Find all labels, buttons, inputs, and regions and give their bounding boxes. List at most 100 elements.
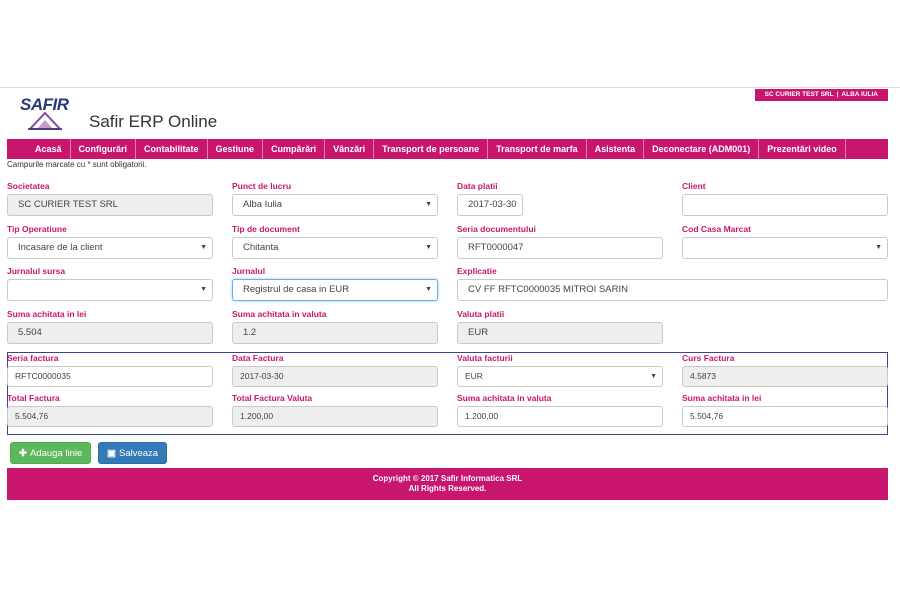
total-factura-label: Total Factura [7,393,60,403]
chevron-down-icon: ▼ [200,244,207,251]
jurnalul-sursa-label: Jurnalul sursa [7,266,66,276]
curs-factura-input[interactable]: 4.5873 [682,366,888,387]
suma-lei-input[interactable]: 5.504 [7,322,213,344]
nav-item-contabilitate[interactable]: Contabilitate [136,139,208,159]
nav-item-cumparari[interactable]: Cumpărări [263,139,326,159]
field-seria-factura: Seria factura RFTC0000035 [7,353,213,387]
jurnalul-label: Jurnalul [232,266,266,276]
main-navbar: Acasă Configurări Contabilitate Gestiune… [7,139,888,159]
tip-operatiune-label: Tip Operatiune [7,224,67,234]
field-tip-document: Tip de document Chitanta ▼ [232,224,438,259]
field-client: Client [682,181,888,216]
punct-lucru-label: Punct de lucru [232,181,292,191]
add-line-label: Adauga linie [29,448,83,459]
company-badge[interactable]: SC CURIER TEST SRL | ALBA IULIA [754,89,888,101]
company-name: SC CURIER TEST SRL [764,91,834,98]
suma-achitata-valuta-input[interactable]: 1.200,00 [457,406,663,427]
suma-achitata-lei-input[interactable]: 5.504,76 [682,406,888,427]
floppy-disk-icon: ▣ [107,448,116,459]
seria-factura-label: Seria factura [7,353,59,363]
total-factura-input[interactable]: 5.504,76 [7,406,213,427]
plus-icon: ✚ [19,448,27,459]
chevron-down-icon: ▼ [650,373,657,380]
data-factura-label: Data Factura [232,353,284,363]
app-title: Safir ERP Online [89,112,218,131]
data-factura-input[interactable]: 2017-03-30 [232,366,438,387]
chevron-down-icon: ▼ [200,286,207,293]
save-label: Salveaza [118,448,159,459]
nav-item-transport-marfa[interactable]: Transport de marfa [488,139,587,159]
page-footer: Copyright © 2017 Safir Informatica SRL A… [7,468,888,500]
add-line-button[interactable]: ✚ Adauga linie [10,442,91,464]
logo-mark-icon [28,112,62,130]
explicatie-input[interactable]: CV FF RFTC0000035 MITROI SARIN [457,279,888,301]
chevron-down-icon: ▼ [875,244,882,251]
tip-document-select[interactable]: Chitanta ▼ [232,237,438,259]
suma-valuta-input[interactable]: 1.2 [232,322,438,344]
total-factura-valuta-label: Total Factura Valuta [232,393,313,403]
jurnalul-value: Registrul de casa in EUR [243,284,350,295]
field-data-platii: Data platii 2017-03-30 [457,181,663,216]
tip-operatiune-select[interactable]: Incasare de la client ▼ [7,237,213,259]
save-button[interactable]: ▣ Salveaza [98,442,167,464]
valuta-facturii-select[interactable]: EUR ▼ [457,366,663,387]
jurnalul-sursa-select[interactable]: ▼ [7,279,213,301]
valuta-platii-label: Valuta platii [457,309,505,319]
seria-factura-input[interactable]: RFTC0000035 [7,366,213,387]
company-location: ALBA IULIA [841,91,878,98]
jurnalul-select[interactable]: Registrul de casa in EUR ▼ [232,279,438,301]
explicatie-label: Explicatie [457,266,497,276]
cod-casa-marcat-select[interactable]: ▼ [682,237,888,259]
field-valuta-facturii: Valuta facturii EUR ▼ [457,353,663,387]
tip-operatiune-value: Incasare de la client [18,242,103,253]
badge-separator: | [836,91,839,98]
field-societatea: Societatea SC CURIER TEST SRL [7,181,213,216]
field-suma-valuta: Suma achitata in valuta 1.2 [232,309,438,344]
field-curs-factura: Curs Factura 4.5873 [682,353,888,387]
safir-logo: SAFIR [20,95,84,131]
footer-rights: All Rights Reserved. [408,484,487,493]
data-platii-label: Data platii [457,181,498,191]
chevron-down-icon: ▼ [425,244,432,251]
seria-documentului-input[interactable]: RFT0000047 [457,237,663,259]
field-jurnalul-sursa: Jurnalul sursa ▼ [7,266,213,301]
total-factura-valuta-input[interactable]: 1.200,00 [232,406,438,427]
client-label: Client [682,181,706,191]
nav-item-prezentari-video[interactable]: Prezentări video [759,139,846,159]
nav-item-acasa[interactable]: Acasă [27,139,71,159]
field-valuta-platii: Valuta platii EUR [457,309,663,344]
seria-documentului-label: Seria documentului [457,224,536,234]
nav-item-gestiune[interactable]: Gestiune [208,139,264,159]
field-total-factura-valuta: Total Factura Valuta 1.200,00 [232,393,438,427]
field-cod-casa-marcat: Cod Casa Marcat ▼ [682,224,888,259]
tip-document-value: Chitanta [243,242,279,253]
punct-lucru-value: Alba Iulia [243,199,283,210]
punct-lucru-select[interactable]: Alba Iulia ▼ [232,194,438,216]
field-total-factura: Total Factura 5.504,76 [7,393,213,427]
required-fields-note: Campurile marcate cu * sunt obligatorii. [7,160,147,169]
suma-achitata-lei-label: Suma achitata in lei [682,393,762,403]
field-suma-lei: Suma achitata in lei 5.504 [7,309,213,344]
field-suma-achitata-lei: Suma achitata in lei 5.504,76 [682,393,888,427]
suma-achitata-valuta-label: Suma achitata in valuta [457,393,552,403]
nav-item-asistenta[interactable]: Asistenta [587,139,645,159]
client-input[interactable] [682,194,888,216]
nav-item-transport-persoane[interactable]: Transport de persoane [374,139,489,159]
chevron-down-icon: ▼ [425,201,432,208]
societatea-input[interactable]: SC CURIER TEST SRL [7,194,213,216]
field-data-factura: Data Factura 2017-03-30 [232,353,438,387]
nav-item-vanzari[interactable]: Vânzări [325,139,375,159]
valuta-platii-input[interactable]: EUR [457,322,663,344]
societatea-label: Societatea [7,181,50,191]
field-punct-lucru: Punct de lucru Alba Iulia ▼ [232,181,438,216]
tip-document-label: Tip de document [232,224,300,234]
data-platii-input[interactable]: 2017-03-30 [457,194,523,216]
nav-item-configurari[interactable]: Configurări [71,139,137,159]
curs-factura-label: Curs Factura [682,353,735,363]
nav-item-deconectare[interactable]: Deconectare (ADM001) [644,139,760,159]
chevron-down-icon: ▼ [425,286,432,293]
cod-casa-marcat-label: Cod Casa Marcat [682,224,751,234]
suma-valuta-label: Suma achitata in valuta [232,309,327,319]
field-explicatie: Explicatie CV FF RFTC0000035 MITROI SARI… [457,266,888,301]
field-jurnalul: Jurnalul Registrul de casa in EUR ▼ [232,266,438,301]
